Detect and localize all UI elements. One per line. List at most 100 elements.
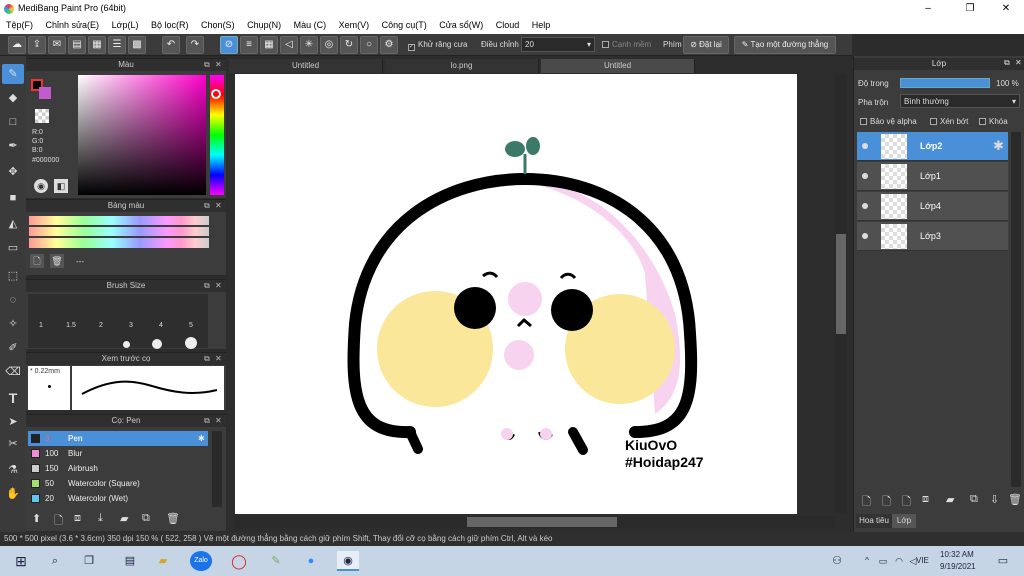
eye-icon[interactable]	[862, 233, 868, 239]
paint-icon[interactable]: ✎	[265, 551, 287, 571]
duplicate-icon[interactable]: ⧉	[970, 493, 978, 506]
close-button[interactable]: ✕	[990, 0, 1022, 17]
cross-snap-icon[interactable]: ▦	[260, 36, 278, 54]
horizontal-scrollbar[interactable]	[235, 516, 835, 528]
grid-icon[interactable]: ▩	[128, 36, 146, 54]
brush-list-scrollbar[interactable]	[212, 431, 222, 507]
menu-color[interactable]: Màu (C)	[288, 17, 331, 30]
concentric-snap-icon[interactable]: ◎	[320, 36, 338, 54]
save-icon[interactable]: ▦	[88, 36, 106, 54]
menu-help[interactable]: Help	[526, 17, 555, 30]
merge-down-icon[interactable]: ⇩	[990, 493, 999, 506]
medibang-icon[interactable]: ◉	[337, 551, 359, 571]
divide-tool-icon[interactable]: ✂	[2, 434, 24, 454]
text-tool-icon[interactable]: T	[2, 388, 24, 408]
copy-icon[interactable]: ⧉	[142, 512, 150, 525]
folder-icon[interactable]: ▰	[946, 493, 954, 506]
transparent-swatch[interactable]	[35, 109, 49, 123]
zoom-icon[interactable]: ●	[300, 551, 322, 571]
palette-swatches[interactable]	[29, 216, 209, 248]
clip-checkbox[interactable]	[930, 118, 937, 125]
layer-item-lop1[interactable]: Lớp1	[857, 162, 1008, 191]
close-icon[interactable]: ✕	[215, 201, 222, 210]
eye-icon[interactable]	[862, 173, 868, 179]
brush-size-4[interactable]: 4	[146, 322, 176, 329]
close-icon[interactable]: ✕	[1015, 58, 1022, 67]
close-icon[interactable]: ✕	[215, 354, 222, 363]
antialias-checkbox[interactable]: ✓	[408, 44, 415, 51]
layer-item-lop3[interactable]: Lớp3	[857, 222, 1008, 251]
explorer-icon[interactable]: ▤	[119, 551, 141, 571]
clock-date[interactable]: 9/19/2021	[940, 562, 976, 571]
opera-icon[interactable]: ◯	[228, 551, 250, 571]
fill-brush-tool-icon[interactable]: ✒	[2, 136, 24, 156]
brush-item-watercolor-square[interactable]: 50 Watercolor (Square)	[28, 476, 208, 491]
menu-view[interactable]: Xem(V)	[333, 17, 374, 30]
menu-cloud[interactable]: Cloud	[490, 17, 524, 30]
select-eraser-icon[interactable]: ⌫	[2, 362, 24, 382]
redo-icon[interactable]: ↷	[186, 36, 204, 54]
select-rect-icon[interactable]: ⬚	[2, 266, 24, 286]
popout-icon[interactable]: ⧉	[1004, 58, 1010, 68]
magic-wand-icon[interactable]: ✧	[2, 314, 24, 334]
menu-snap[interactable]: Chụp(N)	[241, 17, 285, 30]
chat-icon[interactable]: ▤	[68, 36, 86, 54]
undo-icon[interactable]: ↶	[162, 36, 180, 54]
folder-icon[interactable]: ▰	[152, 551, 174, 571]
radial-snap-icon[interactable]: ✳	[300, 36, 318, 54]
blend-dropdown[interactable]: Bình thường ▾	[900, 94, 1020, 108]
new-layer-icon[interactable]: 🗋	[862, 493, 871, 512]
popout-icon[interactable]: ⧉	[204, 201, 210, 211]
tab-navigator[interactable]: Hoa tiêu	[856, 514, 892, 528]
cloud-icon[interactable]: ☁	[8, 36, 26, 54]
tab-untitled-1[interactable]: Untitled	[229, 59, 383, 73]
eye-icon[interactable]	[862, 203, 868, 209]
trash-icon[interactable]: 🗑	[166, 512, 180, 525]
list-icon[interactable]: ☰	[108, 36, 126, 54]
dot-tool-icon[interactable]: □	[2, 112, 24, 132]
brush-size-3[interactable]: 3	[116, 322, 146, 329]
gradient-tool-icon[interactable]: ▭	[2, 238, 24, 258]
maximize-button[interactable]: ❐	[954, 0, 986, 17]
lasso-tool-icon[interactable]: ◌	[2, 290, 24, 310]
brush-item-blur[interactable]: 100 Blur	[28, 446, 208, 461]
popout-icon[interactable]: ⧉	[204, 354, 210, 364]
parallel-snap-icon[interactable]: ≡	[240, 36, 258, 54]
close-icon[interactable]: ✕	[215, 416, 222, 425]
eyedropper-icon[interactable]: ⚗	[2, 460, 24, 480]
brush-size-5[interactable]: 5	[176, 322, 206, 329]
people-icon[interactable]: ⚇	[826, 551, 848, 571]
folder-icon[interactable]: ▰	[120, 512, 128, 525]
layer-scrollbar[interactable]	[1011, 132, 1021, 487]
add-brush-icon[interactable]: ⬆	[32, 512, 41, 525]
menu-window[interactable]: Cửa sổ(W)	[433, 17, 487, 30]
menu-filter[interactable]: Bộ lọc(R)	[145, 17, 193, 30]
popout-icon[interactable]: ⧉	[204, 281, 210, 291]
comment-icon[interactable]: ✉	[48, 36, 66, 54]
tab-layer[interactable]: Lớp	[892, 514, 916, 528]
gear-icon[interactable]: ✱	[198, 431, 205, 446]
curve-snap-icon[interactable]: ↻	[340, 36, 358, 54]
popout-icon[interactable]: ⧉	[204, 60, 210, 70]
menu-tools[interactable]: Công cụ(T)	[376, 17, 431, 30]
layer-item-lop2[interactable]: Lớp2 ✱	[857, 132, 1008, 161]
brush-tool-icon[interactable]: ✎	[2, 64, 24, 84]
close-icon[interactable]: ✕	[215, 281, 222, 290]
menu-edit[interactable]: Chỉnh sửa(E)	[40, 17, 104, 30]
secondary-color-swatch[interactable]	[39, 87, 51, 99]
color-wheel-icon[interactable]: ◉	[34, 179, 48, 193]
color-saturation-picker[interactable]	[78, 75, 206, 195]
brush-item-pen[interactable]: 3 Pen ✱	[28, 431, 208, 446]
popout-icon[interactable]: ⧉	[204, 416, 210, 426]
notification-icon[interactable]: ▭	[992, 551, 1014, 571]
reset-button[interactable]: ⊘ Đặt lại	[683, 36, 729, 54]
smooth-checkbox[interactable]	[602, 41, 609, 48]
menu-layer[interactable]: Lớp(L)	[106, 17, 143, 30]
trash-icon[interactable]: 🗑	[50, 254, 64, 268]
new-brush-icon[interactable]: 🗋	[54, 512, 63, 531]
straight-line-button[interactable]: ✎ Tạo một đường thẳng	[734, 36, 836, 54]
task-view-icon[interactable]: ❐	[78, 551, 100, 571]
bucket-tool-icon[interactable]: ◭	[2, 214, 24, 234]
shape-tool-icon[interactable]: ■	[2, 188, 24, 208]
new-halftone-layer-icon[interactable]: 🗋	[882, 493, 891, 512]
